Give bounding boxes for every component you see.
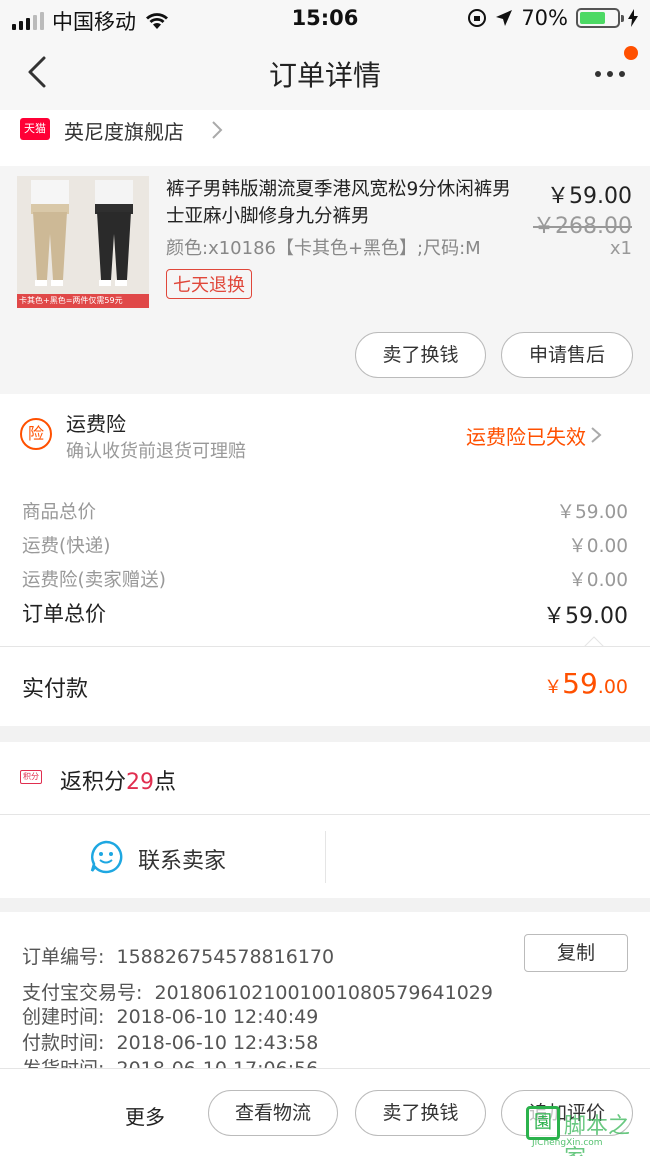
status-right: 70%	[467, 6, 638, 30]
paid-label: 付款时间:	[22, 1032, 105, 1054]
points-icon: 积分	[20, 770, 42, 784]
battery-fill	[580, 12, 606, 24]
chevron-right-icon	[591, 427, 602, 443]
payment-amount: ￥59.00	[544, 667, 628, 700]
watermark-logo-icon: 園	[526, 1106, 560, 1140]
watermark-text: 脚本之家	[564, 1114, 631, 1156]
product-quantity: x1	[609, 238, 632, 259]
points-row: 积分 返积分29点	[0, 742, 650, 814]
payment-decimal: .00	[597, 676, 628, 698]
points-prefix: 返积分	[60, 770, 127, 795]
points-count: 29	[126, 770, 155, 795]
product-spec: 颜色:x10186【卡其色+黑色】;尺码:M	[166, 238, 481, 259]
points-text: 返积分29点	[60, 764, 176, 796]
sell-button-bottom[interactable]: 卖了换钱	[355, 1090, 486, 1136]
shipped-label: 发货时间:	[22, 1058, 104, 1068]
battery-percent: 70%	[521, 6, 568, 30]
product-title[interactable]: 裤子男韩版潮流夏季港风宽松9分休闲裤男士亚麻小脚修身九分裤男	[166, 176, 526, 230]
location-arrow-icon	[496, 10, 513, 26]
watermark: 園 脚本之家 JiChengXin.com	[526, 1106, 644, 1156]
view-logistics-button[interactable]: 查看物流	[208, 1090, 338, 1136]
alipay-number-row: 支付宝交易号: 2018061021001001080579641029	[22, 978, 493, 1005]
product-original-price: ￥268.00	[533, 214, 632, 239]
divider	[325, 831, 326, 883]
paid-time-row: 付款时间: 2018-06-10 12:43:58	[22, 1028, 318, 1055]
copy-button[interactable]: 复制	[524, 934, 628, 972]
fee-row: 运费险(卖家赠送) ￥0.00	[22, 566, 628, 592]
order-total-label: 订单总价	[22, 602, 106, 626]
after-sale-button[interactable]: 申请售后	[501, 332, 633, 378]
insurance-icon: 险	[20, 418, 52, 450]
shipped-time-row: 发货时间: 2018-06-10 17:06:56	[22, 1054, 318, 1068]
insurance-status[interactable]: 运费险已失效	[466, 421, 586, 450]
shipped-time: 2018-06-10 17:06:56	[117, 1058, 319, 1068]
product-image-icon	[17, 176, 149, 294]
fee-value: ￥0.00	[568, 570, 628, 591]
contact-seller-label[interactable]: 联系卖家	[138, 843, 226, 875]
navigation-bar: 订单详情	[0, 36, 650, 110]
contact-seller-row[interactable]: 联系卖家	[0, 814, 650, 898]
alipay-number: 2018061021001001080579641029	[154, 982, 493, 1004]
insurance-subtitle: 确认收货前退货可理赔	[66, 441, 246, 462]
order-info: 订单编号: 158826754578816170 复制 支付宝交易号: 2018…	[0, 912, 650, 1068]
return-policy-tag: 七天退换	[166, 269, 252, 299]
sell-button[interactable]: 卖了换钱	[355, 332, 486, 378]
product-card[interactable]: 卡其色+黑色=两件仅需59元 裤子男韩版潮流夏季港风宽松9分休闲裤男士亚麻小脚修…	[0, 166, 650, 394]
alipay-label: 支付宝交易号:	[22, 982, 143, 1004]
payment-label: 实付款	[22, 677, 89, 702]
charging-bolt-icon	[628, 9, 638, 27]
order-total-value: ￥59.00	[543, 604, 628, 629]
created-label: 创建时间:	[22, 1006, 105, 1028]
order-number-label: 订单编号:	[22, 946, 105, 968]
more-dots-icon[interactable]	[590, 54, 630, 90]
fee-summary: 商品总价 ￥59.00 运费(快递) ￥0.00 运费险(卖家赠送) ￥0.00…	[0, 478, 650, 647]
order-number: 158826754578816170	[116, 946, 335, 968]
fee-label: 运费(快递)	[22, 536, 111, 557]
created-time: 2018-06-10 12:40:49	[116, 1006, 319, 1028]
insurance-title: 运费险	[66, 412, 126, 436]
shipping-insurance-row[interactable]: 险 运费险 确认收货前退货可理赔 运费险已失效	[0, 394, 650, 478]
battery-icon	[576, 8, 624, 28]
fee-row: 运费(快递) ￥0.00	[22, 532, 628, 558]
order-total-row: 订单总价 ￥59.00	[22, 598, 628, 629]
created-time-row: 创建时间: 2018-06-10 12:40:49	[22, 1002, 318, 1029]
paid-time: 2018-06-10 12:43:58	[116, 1032, 319, 1054]
actual-payment-row: 实付款 ￥59.00	[0, 646, 650, 726]
more-button[interactable]: 更多	[125, 1101, 165, 1130]
page-title: 订单详情	[268, 59, 381, 92]
tmall-badge-icon: 天猫	[20, 118, 50, 140]
points-suffix: 点	[154, 770, 177, 795]
store-row[interactable]: 天猫 英尼度旗舰店	[0, 110, 650, 166]
orientation-lock-icon	[468, 9, 487, 27]
watermark-url: JiChengXin.com	[532, 1138, 603, 1148]
status-bar: 中国移动 15:06 70%	[0, 0, 650, 36]
fee-value: ￥0.00	[568, 536, 628, 557]
fee-label: 商品总价	[22, 502, 97, 523]
order-number-row: 订单编号: 158826754578816170	[22, 942, 334, 969]
product-price: ￥59.00	[547, 184, 632, 209]
fee-row: 商品总价 ￥59.00	[22, 498, 628, 524]
payment-integer: 59	[562, 667, 598, 700]
product-thumbnail[interactable]: 卡其色+黑色=两件仅需59元	[17, 176, 149, 308]
currency-symbol: ￥	[544, 677, 563, 698]
store-name[interactable]: 英尼度旗舰店	[64, 116, 184, 145]
chevron-right-icon	[212, 121, 223, 139]
notification-dot	[624, 46, 638, 60]
fee-value: ￥59.00	[556, 502, 628, 523]
fee-label: 运费险(卖家赠送)	[22, 570, 166, 591]
chat-face-icon	[90, 840, 123, 874]
thumbnail-caption: 卡其色+黑色=两件仅需59元	[17, 294, 149, 308]
